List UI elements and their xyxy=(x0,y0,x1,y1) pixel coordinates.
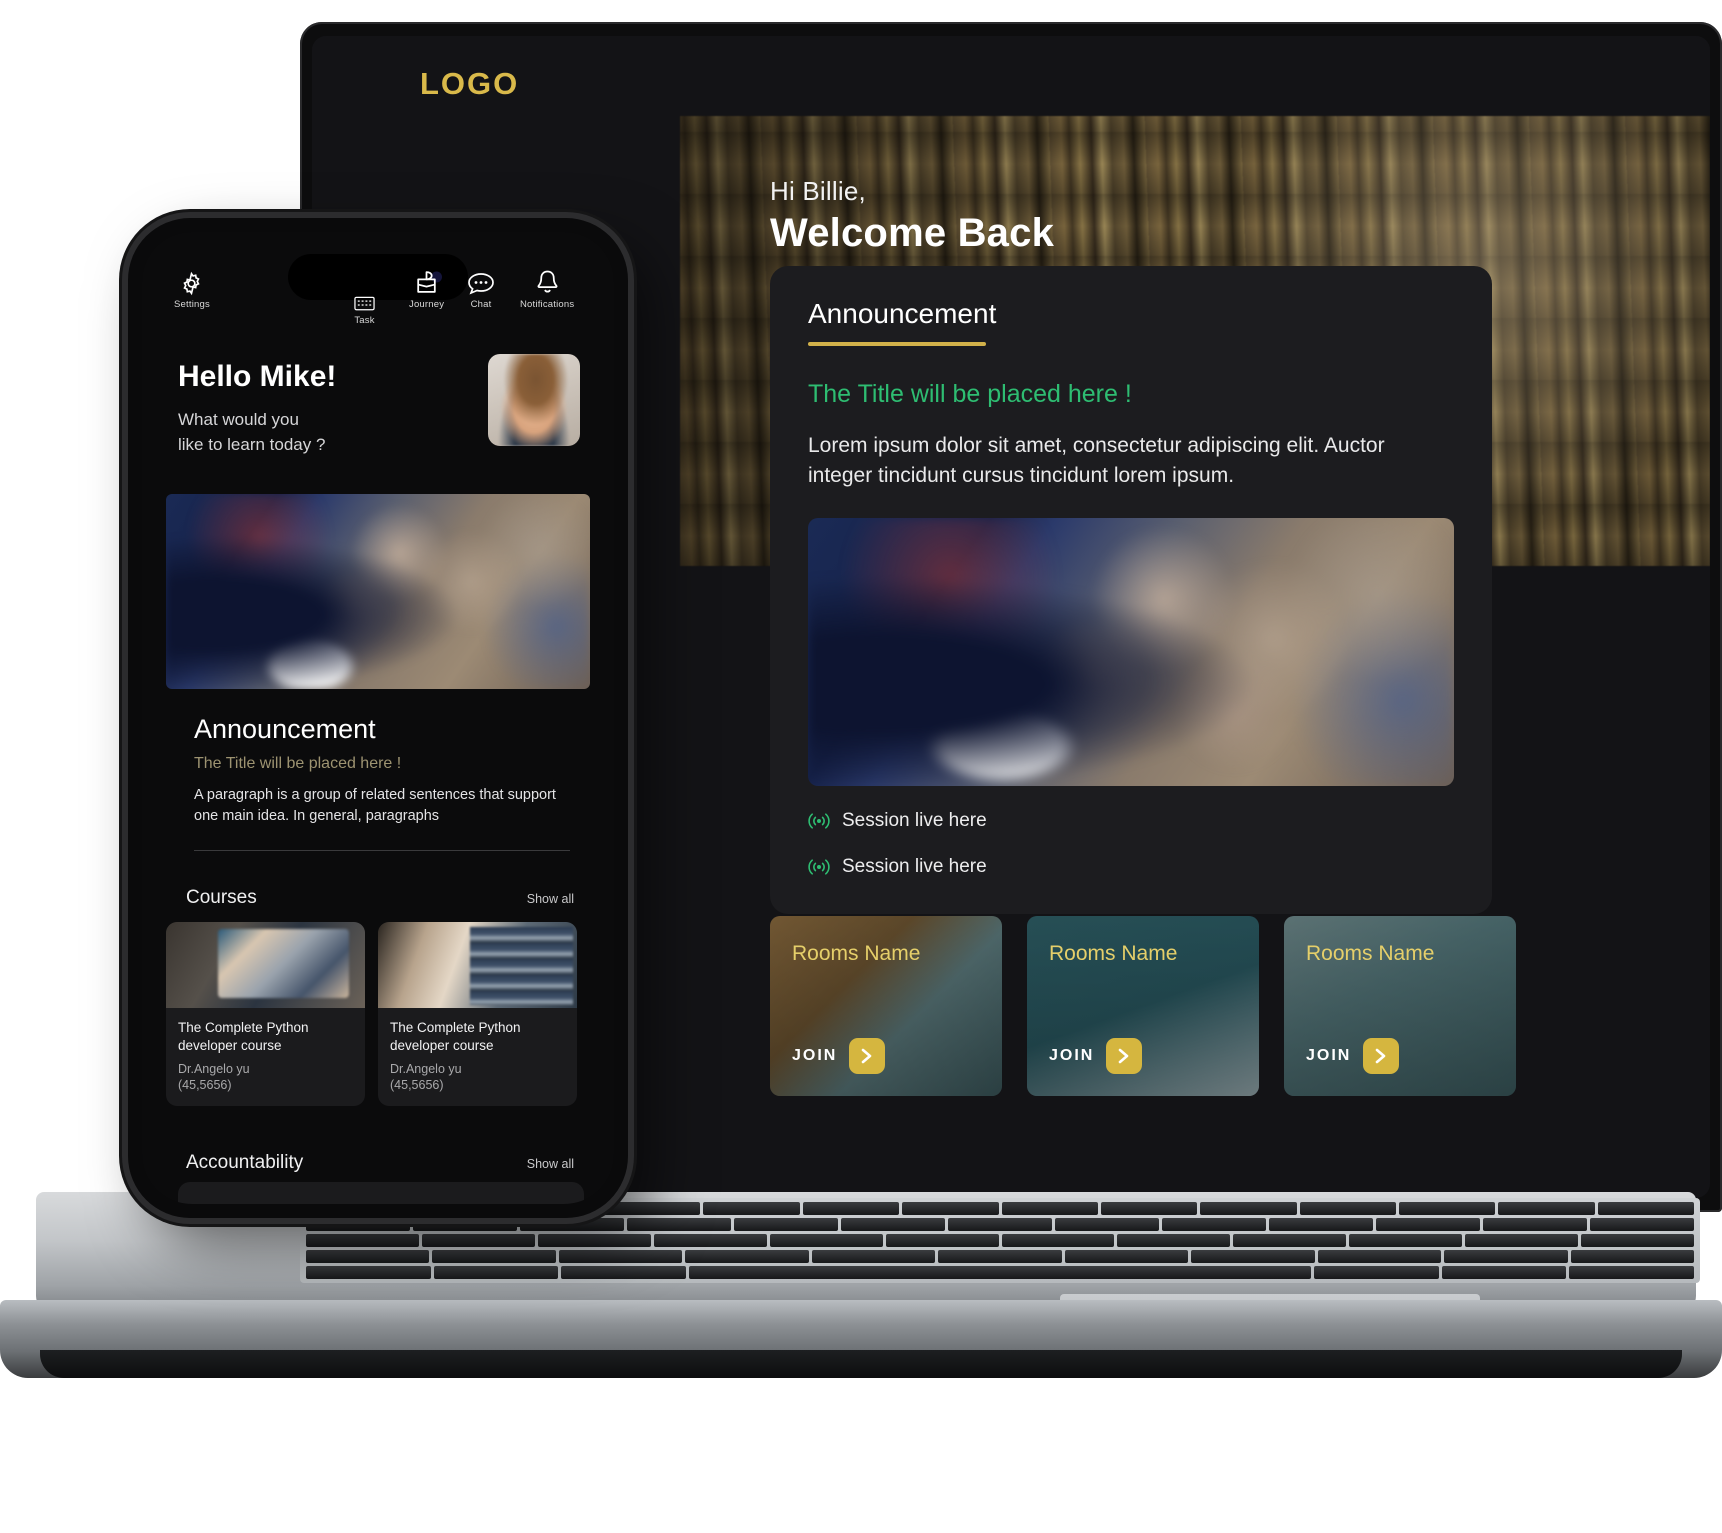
greeting-headline: Welcome Back xyxy=(770,211,1055,255)
greeting-block: Hi Billie, Welcome Back xyxy=(770,176,1054,256)
room-name: Rooms Name xyxy=(1049,942,1178,965)
course-body: The Complete Python developer course Dr.… xyxy=(378,1008,577,1106)
gear-icon xyxy=(174,266,210,296)
phone-greeting: Hello Mike! What would you like to learn… xyxy=(178,360,336,457)
accountability-card[interactable] xyxy=(178,1182,584,1204)
laptop-front-edge xyxy=(0,1300,1722,1378)
phone-announcement-heading: Announcement xyxy=(194,714,376,744)
course-author: Dr.Angelo yu xyxy=(390,1062,462,1077)
live-session-label: Session live here xyxy=(842,855,987,877)
nav-label: Notifications xyxy=(520,299,575,310)
section-title: Accountability xyxy=(186,1152,304,1173)
broadcast-icon xyxy=(808,811,830,831)
announcement-card: Announcement The Title will be placed he… xyxy=(770,266,1492,914)
nav-label: Chat xyxy=(470,299,492,310)
show-all-link[interactable]: Show all xyxy=(527,892,574,906)
phone-greeting-title: Hello Mike! xyxy=(178,360,337,393)
room-card[interactable]: Rooms Name JOIN xyxy=(1284,916,1516,1096)
phone-greeting-line2: like to learn today ? xyxy=(178,434,326,454)
phone-screen: Settings Task Journey Chat Notifications… xyxy=(142,232,614,1204)
broadcast-icon xyxy=(808,857,830,877)
announcement-underline xyxy=(808,342,986,346)
course-rating: (45,5656) xyxy=(390,1077,444,1092)
avatar[interactable] xyxy=(488,354,580,446)
sidebar-item-notifications[interactable]: Notifications xyxy=(520,266,574,310)
nav-label: Task xyxy=(354,315,375,326)
room-name: Rooms Name xyxy=(1306,942,1435,965)
mockup-stage: LOGO Hi Billie, Welcome Back Announcemen… xyxy=(0,0,1722,1533)
course-card[interactable]: The Complete Python developer course Dr.… xyxy=(378,922,577,1106)
courses-list: The Complete Python developer course Dr.… xyxy=(166,922,590,1106)
announcement-title: The Title will be placed here ! xyxy=(808,380,1132,408)
room-name: Rooms Name xyxy=(792,942,921,965)
task-list-icon xyxy=(354,282,375,312)
phone-announcement-body: A paragraph is a group of related senten… xyxy=(194,787,556,825)
announcement-image xyxy=(808,517,1454,786)
key-row xyxy=(306,1266,1695,1279)
join-label: JOIN xyxy=(1049,1047,1095,1064)
course-thumbnail xyxy=(378,922,577,1008)
phone-device: Settings Task Journey Chat Notifications… xyxy=(128,218,628,1218)
rooms-list: Rooms Name JOIN Rooms Name JOIN Rooms Na… xyxy=(770,916,1516,1096)
course-card[interactable]: The Complete Python developer course Dr.… xyxy=(166,922,365,1106)
key-row xyxy=(306,1218,1694,1231)
courses-section-header: Courses Show all xyxy=(186,887,574,909)
course-rating: (45,5656) xyxy=(178,1077,232,1092)
chevron-right-icon[interactable] xyxy=(1106,1038,1143,1074)
room-join-group[interactable]: JOIN xyxy=(792,1038,886,1074)
show-all-link[interactable]: Show all xyxy=(527,1157,574,1171)
room-join-group[interactable]: JOIN xyxy=(1306,1038,1400,1074)
course-thumbnail xyxy=(166,922,365,1008)
room-join-group[interactable]: JOIN xyxy=(1049,1038,1143,1074)
phone-announcement: Announcement The Title will be placed he… xyxy=(194,714,574,827)
chevron-right-icon[interactable] xyxy=(849,1038,886,1074)
nav-label: Settings xyxy=(174,299,210,310)
course-author: Dr.Angelo yu xyxy=(178,1062,250,1077)
key-row xyxy=(306,1250,1694,1263)
nav-label: Journey xyxy=(409,299,445,310)
sidebar-item-journey[interactable]: Journey xyxy=(409,266,444,310)
journey-box-icon xyxy=(409,266,444,296)
room-card[interactable]: Rooms Name JOIN xyxy=(1027,916,1259,1096)
divider xyxy=(194,850,570,851)
section-title: Courses xyxy=(186,887,257,908)
key-row xyxy=(306,1234,1695,1247)
live-session-row[interactable]: Session live here xyxy=(808,856,1454,878)
logo[interactable]: LOGO xyxy=(420,66,519,102)
course-title: The Complete Python developer course xyxy=(390,1020,521,1053)
chevron-right-icon[interactable] xyxy=(1363,1038,1400,1074)
announcement-body: Lorem ipsum dolor sit amet, consectetur … xyxy=(808,434,1385,488)
chat-bubble-icon xyxy=(467,266,495,296)
sidebar-item-settings[interactable]: Settings xyxy=(174,266,210,310)
bell-icon xyxy=(520,266,574,296)
phone-top-nav: Settings Task Journey Chat Notifications xyxy=(142,252,614,330)
live-session-label: Session live here xyxy=(842,809,987,831)
phone-greeting-line1: What would you xyxy=(178,410,299,429)
join-label: JOIN xyxy=(792,1047,838,1064)
greeting-name: Hi Billie, xyxy=(770,176,866,206)
course-body: The Complete Python developer course Dr.… xyxy=(166,1008,365,1106)
join-label: JOIN xyxy=(1306,1047,1352,1064)
announcement-heading: Announcement xyxy=(808,298,997,329)
accountability-section-header: Accountability Show all xyxy=(186,1152,574,1174)
course-title: The Complete Python developer course xyxy=(178,1020,309,1053)
sidebar-item-task[interactable]: Task xyxy=(354,282,375,326)
live-session-row[interactable]: Session live here xyxy=(808,810,1454,832)
room-card[interactable]: Rooms Name JOIN xyxy=(770,916,1002,1096)
phone-announcement-title: The Title will be placed here ! xyxy=(194,755,402,772)
sidebar-item-chat[interactable]: Chat xyxy=(467,266,495,310)
phone-banner-image xyxy=(166,494,590,689)
